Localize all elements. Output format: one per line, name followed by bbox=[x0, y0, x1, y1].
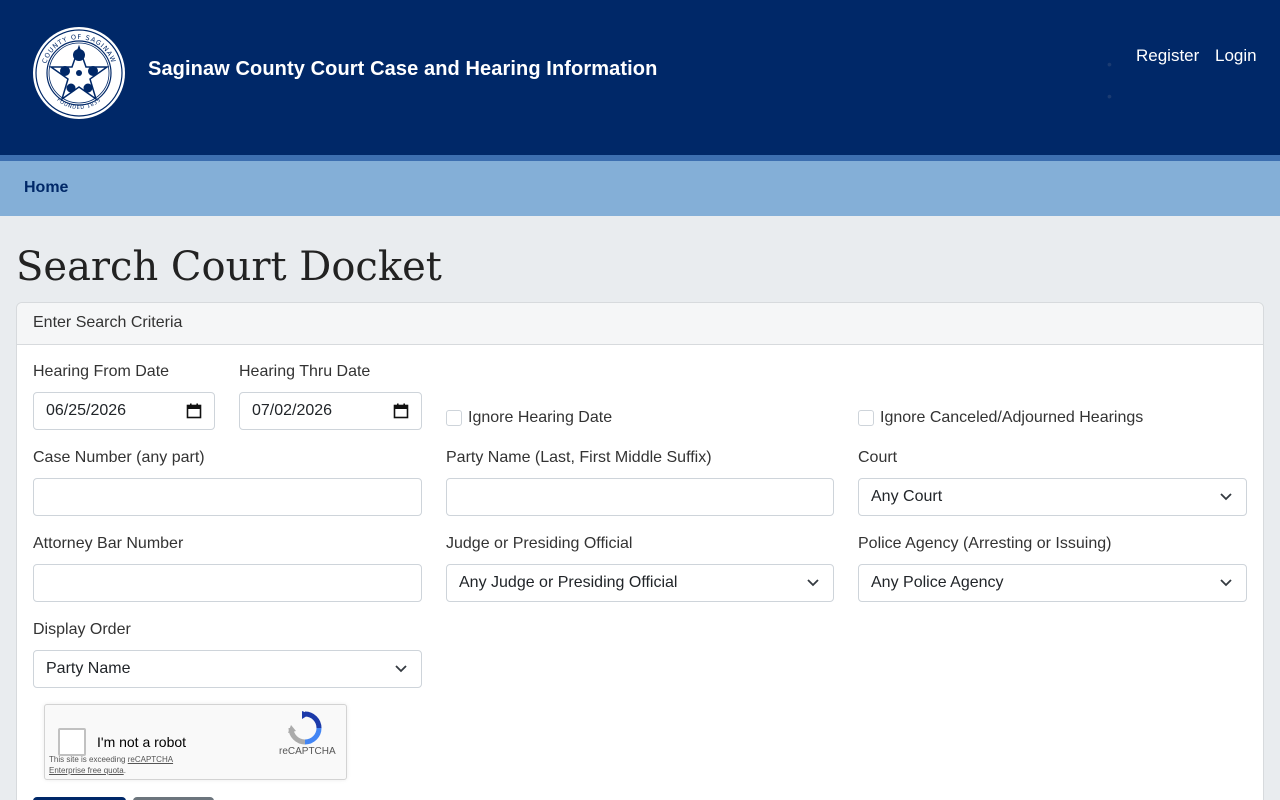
case-number-label: Case Number (any part) bbox=[33, 449, 205, 466]
hearing-thru-date-input[interactable]: 07/02/2026 bbox=[239, 392, 422, 430]
display-order-selected-value: Party Name bbox=[46, 660, 131, 677]
judge-select[interactable]: Any Judge or Presiding Official bbox=[446, 564, 834, 602]
recaptcha-note-link1[interactable]: reCAPTCHA bbox=[128, 755, 173, 764]
ignore-canceled-checkbox[interactable] bbox=[858, 410, 874, 426]
main-navbar: Home bbox=[0, 161, 1280, 216]
party-name-label: Party Name (Last, First Middle Suffix) bbox=[446, 449, 712, 466]
nav-bullet-dots: • • bbox=[1107, 56, 1112, 104]
register-link[interactable]: Register bbox=[1136, 46, 1199, 66]
calendar-icon[interactable] bbox=[186, 403, 202, 419]
case-number-input[interactable] bbox=[33, 478, 422, 516]
hearing-from-label: Hearing From Date bbox=[33, 363, 170, 380]
display-order-label: Display Order bbox=[33, 621, 131, 638]
attorney-bar-input[interactable] bbox=[33, 564, 422, 602]
chevron-down-icon bbox=[1220, 493, 1232, 501]
police-agency-selected-value: Any Police Agency bbox=[871, 574, 1004, 591]
calendar-icon[interactable] bbox=[393, 403, 409, 419]
hearing-from-value: 06/25/2026 bbox=[46, 402, 127, 419]
court-selected-value: Any Court bbox=[871, 488, 943, 505]
police-agency-label: Police Agency (Arresting or Issuing) bbox=[858, 535, 1112, 552]
chevron-down-icon bbox=[807, 579, 819, 587]
recaptcha-widget: I'm not a robot reCAPTCHA This site is e… bbox=[44, 704, 347, 780]
hearing-thru-label: Hearing Thru Date bbox=[239, 363, 371, 380]
card-header-title: Enter Search Criteria bbox=[33, 314, 183, 331]
hearing-thru-value: 07/02/2026 bbox=[252, 402, 333, 419]
ignore-canceled-label[interactable]: Ignore Canceled/Adjourned Hearings bbox=[880, 409, 1143, 427]
attorney-bar-label: Attorney Bar Number bbox=[33, 535, 184, 552]
recaptcha-note-link2[interactable]: Enterprise free quota bbox=[49, 766, 124, 775]
site-header: COUNTY OF SAGINAW FOUNDED 1835 Saginaw C… bbox=[0, 0, 1280, 155]
police-agency-select[interactable]: Any Police Agency bbox=[858, 564, 1247, 602]
card-header: Enter Search Criteria bbox=[17, 303, 1263, 345]
recaptcha-label: I'm not a robot bbox=[97, 734, 187, 750]
ignore-hearing-date-label[interactable]: Ignore Hearing Date bbox=[468, 409, 612, 427]
page-title: Search Court Docket bbox=[16, 244, 442, 290]
recaptcha-brand: reCAPTCHA bbox=[279, 746, 336, 757]
display-order-select[interactable]: Party Name bbox=[33, 650, 422, 688]
judge-label: Judge or Presiding Official bbox=[446, 535, 633, 552]
party-name-input[interactable] bbox=[446, 478, 834, 516]
recaptcha-note-prefix: This site is exceeding bbox=[49, 755, 126, 764]
court-select[interactable]: Any Court bbox=[858, 478, 1247, 516]
recaptcha-checkbox[interactable] bbox=[58, 728, 86, 756]
hearing-from-date-input[interactable]: 06/25/2026 bbox=[33, 392, 215, 430]
chevron-down-icon bbox=[1220, 579, 1232, 587]
recaptcha-quota-note: This site is exceeding reCAPTCHA Enterpr… bbox=[49, 754, 173, 776]
chevron-down-icon bbox=[395, 665, 407, 673]
recaptcha-note-suffix: . bbox=[123, 766, 126, 775]
login-link[interactable]: Login bbox=[1215, 46, 1257, 66]
recaptcha-logo-icon bbox=[288, 711, 322, 745]
court-label: Court bbox=[858, 449, 898, 466]
nav-home-link[interactable]: Home bbox=[24, 179, 68, 197]
judge-selected-value: Any Judge or Presiding Official bbox=[459, 574, 678, 591]
ignore-hearing-date-checkbox[interactable] bbox=[446, 410, 462, 426]
county-seal-logo[interactable]: COUNTY OF SAGINAW FOUNDED 1835 bbox=[31, 25, 127, 121]
site-title: Saginaw County Court Case and Hearing In… bbox=[148, 58, 658, 80]
